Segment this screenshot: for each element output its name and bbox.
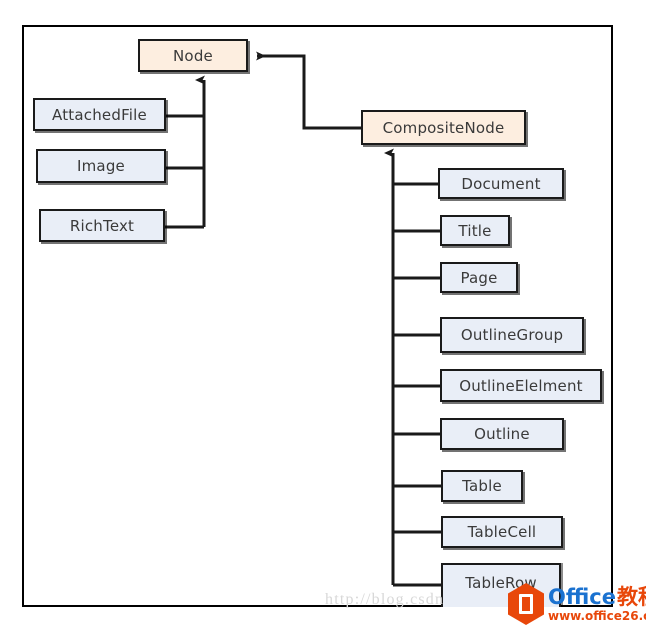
class-box-outline-elelment[interactable]: OutlineElelment xyxy=(440,369,602,402)
class-box-image[interactable]: Image xyxy=(36,149,166,183)
class-label-node: Node xyxy=(173,46,213,65)
office-watermark-title: Office 教程网 xyxy=(548,584,646,609)
diagram-canvas: Node CompositeNode AttachedFile Image Ri… xyxy=(0,0,646,627)
class-box-rich-text[interactable]: RichText xyxy=(39,209,165,242)
office-watermark-title-en: Office xyxy=(548,584,616,609)
class-label-rich-text: RichText xyxy=(69,216,135,235)
class-box-composite-node[interactable]: CompositeNode xyxy=(361,110,526,145)
csdn-watermark: http://blog.csdn xyxy=(325,591,445,608)
class-box-attached-file[interactable]: AttachedFile xyxy=(33,98,166,131)
class-label-outline-group: OutlineGroup xyxy=(460,326,564,344)
class-label-document: Document xyxy=(461,174,541,193)
class-label-outline-elelment: OutlineElelment xyxy=(459,376,583,395)
class-label-table: Table xyxy=(462,477,502,495)
class-box-node[interactable]: Node xyxy=(138,39,248,72)
office-watermark: Office 教程网 www.office26.com xyxy=(508,583,646,625)
class-label-attached-file: AttachedFile xyxy=(52,105,147,124)
class-label-outline: Outline xyxy=(474,425,530,443)
class-label-page: Page xyxy=(460,268,498,287)
class-box-outline[interactable]: Outline xyxy=(440,418,564,450)
office-watermark-url: www.office26.com xyxy=(548,608,646,623)
class-box-document[interactable]: Document xyxy=(438,168,564,199)
office-logo-icon xyxy=(508,583,544,625)
class-box-title[interactable]: Title xyxy=(440,215,510,246)
office-watermark-title-cn: 教程网 xyxy=(616,584,646,609)
class-box-page[interactable]: Page xyxy=(440,262,518,293)
office-watermark-text: Office 教程网 www.office26.com xyxy=(548,584,646,623)
class-label-title: Title xyxy=(458,221,492,240)
class-box-table[interactable]: Table xyxy=(441,470,523,502)
class-box-outline-group[interactable]: OutlineGroup xyxy=(440,317,584,353)
class-label-composite-node: CompositeNode xyxy=(382,118,505,137)
class-label-image: Image xyxy=(77,157,125,175)
class-box-table-cell[interactable]: TableCell xyxy=(441,516,563,548)
class-label-table-cell: TableCell xyxy=(467,523,537,541)
